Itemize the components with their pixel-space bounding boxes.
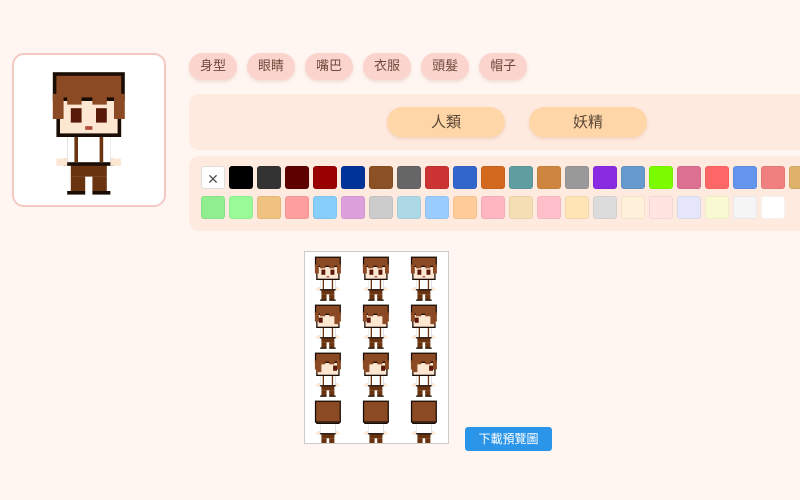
- color-swatch[interactable]: [201, 196, 225, 219]
- character-sprite: [314, 352, 341, 397]
- color-swatch[interactable]: [509, 196, 533, 219]
- race-human-button[interactable]: 人類: [387, 107, 505, 137]
- character-sprite: [314, 304, 341, 349]
- color-swatch[interactable]: [621, 166, 645, 189]
- color-swatch[interactable]: [733, 196, 757, 219]
- tab-clothes[interactable]: 衣服: [363, 53, 412, 80]
- color-swatch[interactable]: [761, 196, 785, 219]
- color-swatch[interactable]: [761, 166, 785, 189]
- color-swatch[interactable]: [537, 166, 561, 189]
- character-sprite: [314, 400, 341, 443]
- tab-eyes[interactable]: 眼睛: [247, 53, 296, 80]
- color-palette: ✕: [189, 156, 800, 231]
- character-sprite: [362, 400, 389, 443]
- category-tabs: 身型 眼睛 嘴巴 衣服 頭髮 帽子: [189, 53, 528, 80]
- color-swatch[interactable]: [649, 166, 673, 189]
- color-swatch[interactable]: [369, 196, 393, 219]
- color-swatch[interactable]: [705, 166, 729, 189]
- race-fairy-button[interactable]: 妖精: [529, 107, 647, 137]
- color-swatch[interactable]: [425, 196, 449, 219]
- color-swatch[interactable]: [677, 196, 701, 219]
- color-swatch[interactable]: [705, 196, 729, 219]
- color-swatch[interactable]: [229, 196, 253, 219]
- color-swatch[interactable]: [425, 166, 449, 189]
- color-swatch[interactable]: [397, 196, 421, 219]
- tab-hair[interactable]: 頭髮: [421, 53, 470, 80]
- no-color-swatch[interactable]: ✕: [201, 166, 225, 189]
- color-swatch[interactable]: [565, 166, 589, 189]
- color-swatch[interactable]: [789, 166, 800, 189]
- color-swatch[interactable]: [313, 196, 337, 219]
- color-swatch[interactable]: [285, 166, 309, 189]
- character-sprite: [362, 304, 389, 349]
- character-sprite: [362, 256, 389, 301]
- character-sprite: [410, 304, 437, 349]
- color-swatch[interactable]: [481, 166, 505, 189]
- sprite-sheet-image: [314, 256, 437, 443]
- palette-row-1: ✕: [201, 166, 800, 189]
- character-sprite: [362, 352, 389, 397]
- character-preview: [12, 53, 166, 207]
- color-swatch[interactable]: [537, 196, 561, 219]
- color-swatch[interactable]: [313, 166, 337, 189]
- color-swatch[interactable]: [453, 196, 477, 219]
- color-swatch[interactable]: [593, 166, 617, 189]
- color-swatch[interactable]: [257, 196, 281, 219]
- character-preview-image: [52, 72, 125, 195]
- color-swatch[interactable]: [649, 196, 673, 219]
- race-panel: 人類 妖精: [189, 94, 800, 150]
- palette-row-2: [201, 196, 785, 219]
- character-sprite: [410, 352, 437, 397]
- sprite-sheet-preview: [304, 251, 449, 444]
- tab-body[interactable]: 身型: [189, 53, 238, 80]
- tab-mouth[interactable]: 嘴巴: [305, 53, 354, 80]
- color-swatch[interactable]: [341, 166, 365, 189]
- color-swatch[interactable]: [509, 166, 533, 189]
- tab-hat[interactable]: 帽子: [479, 53, 528, 80]
- color-swatch[interactable]: [257, 166, 281, 189]
- color-swatch[interactable]: [341, 196, 365, 219]
- color-swatch[interactable]: [621, 196, 645, 219]
- character-sprite: [410, 256, 437, 301]
- character-sprite: [52, 72, 125, 195]
- character-sprite: [410, 400, 437, 443]
- close-icon: ✕: [207, 172, 219, 188]
- color-swatch[interactable]: [733, 166, 757, 189]
- download-preview-button[interactable]: 下載預覽圖: [465, 427, 552, 451]
- color-swatch[interactable]: [453, 166, 477, 189]
- character-sprite: [314, 256, 341, 301]
- color-swatch[interactable]: [369, 166, 393, 189]
- color-swatch[interactable]: [677, 166, 701, 189]
- color-swatch[interactable]: [481, 196, 505, 219]
- color-swatch[interactable]: [397, 166, 421, 189]
- color-swatch[interactable]: [565, 196, 589, 219]
- color-swatch[interactable]: [285, 196, 309, 219]
- color-swatch[interactable]: [229, 166, 253, 189]
- color-swatch[interactable]: [593, 196, 617, 219]
